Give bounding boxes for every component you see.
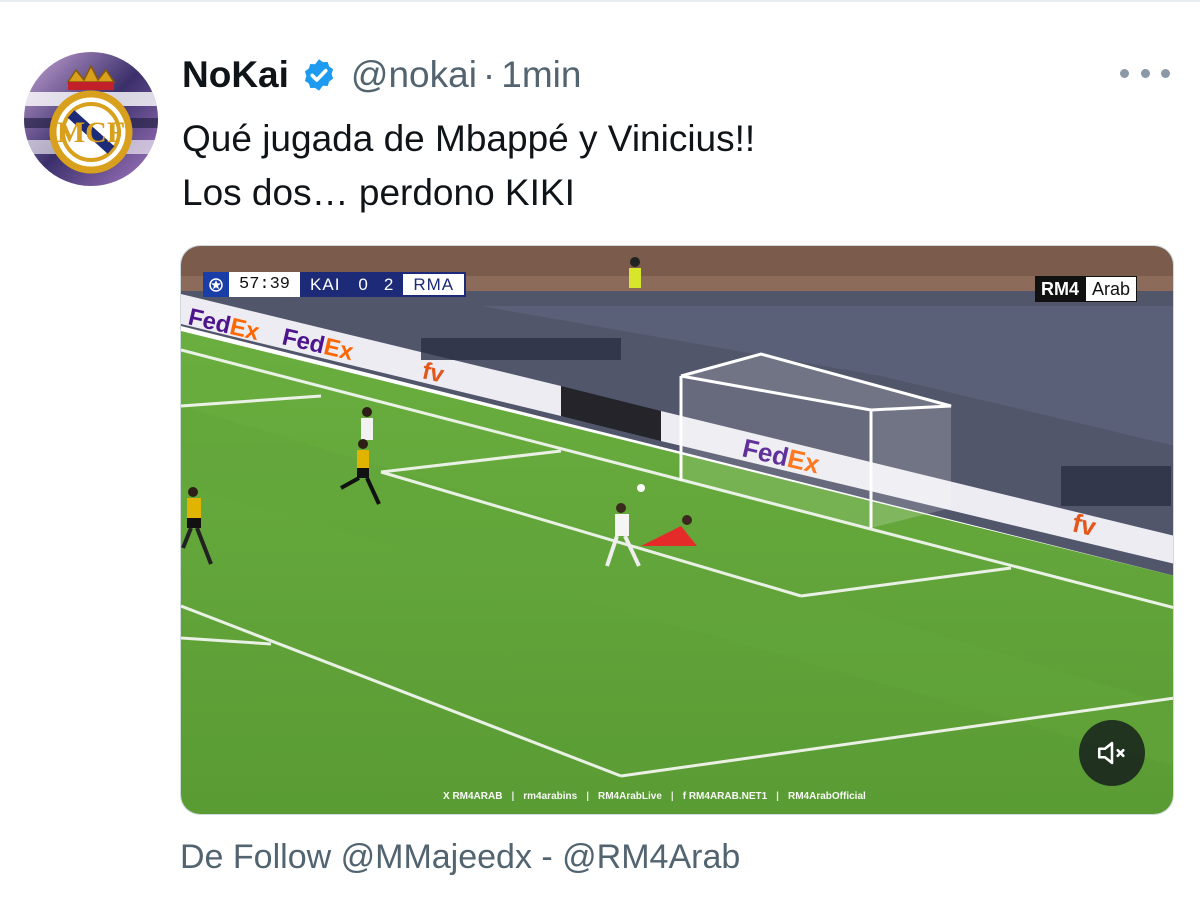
social-handles-strip: X RM4ARAB | rm4arabins | RM4ArabLive | f… — [443, 791, 866, 802]
watermark-rm4: RM4 — [1034, 276, 1085, 302]
author-name[interactable]: NoKai — [182, 54, 289, 96]
social-snapchat: RM4ArabLive — [598, 791, 662, 802]
champions-league-icon — [203, 272, 229, 297]
dot-1 — [1120, 68, 1129, 78]
author-handle[interactable]: @nokai — [351, 54, 477, 96]
social-separator: | — [586, 791, 589, 802]
social-separator: | — [776, 791, 779, 802]
avatar[interactable]: MCF — [24, 52, 158, 186]
away-score: 2 — [375, 272, 402, 297]
home-team: KAI — [300, 272, 351, 297]
post-timestamp[interactable]: 1min — [501, 54, 581, 96]
separator-dot: · — [482, 54, 496, 95]
dot-3 — [1161, 68, 1170, 78]
author-line: NoKai @nokai · 1min — [182, 52, 581, 98]
social-x: X RM4ARAB — [443, 791, 503, 802]
match-clock: 57:39 — [229, 272, 301, 297]
social-facebook: f RM4ARAB.NET1 — [682, 791, 768, 802]
watermark-arab: Arab — [1084, 276, 1137, 302]
dot-2 — [1140, 68, 1150, 78]
away-team: RMA — [401, 272, 467, 297]
more-dots-icon[interactable] — [1120, 58, 1170, 88]
scoreboard: 57:39 KAI 0 2 RMA — [203, 272, 467, 297]
post-text-line-2: Los dos… perdono KIKI — [182, 172, 575, 213]
social-separator: | — [511, 791, 515, 802]
post-text-line-1: Qué jugada de Mbappé y Vinicius!! — [182, 118, 756, 159]
video-player[interactable]: FedEx FedEx fv FedEx fv 57:39 KAI 0 2 RM… — [180, 245, 1174, 815]
video-frame: FedEx FedEx fv FedEx fv — [181, 246, 1173, 814]
social-instagram: rm4arabins — [523, 791, 578, 802]
volume-muted-icon[interactable] — [1079, 720, 1145, 786]
top-divider — [0, 0, 1200, 2]
channel-watermark: RM4 Arab — [1034, 276, 1137, 302]
verified-badge-icon — [304, 59, 334, 91]
post-text: Qué jugada de Mbappé y Vinicius!! Los do… — [182, 112, 755, 220]
social-telegram: RM4ArabOfficial — [787, 791, 866, 802]
post-credit: De Follow @MMajeedx - @RM4Arab — [180, 838, 741, 876]
social-separator: | — [670, 791, 674, 802]
home-score: 0 — [350, 272, 376, 297]
svg-text:MCF: MCF — [57, 116, 125, 149]
